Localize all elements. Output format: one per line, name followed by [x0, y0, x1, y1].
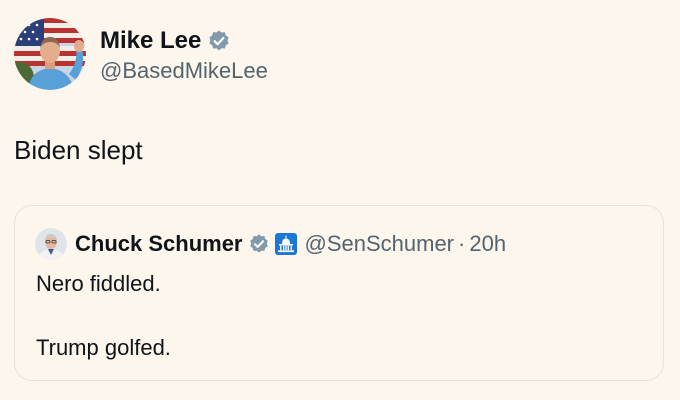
quote-text-line: Nero fiddled.: [36, 271, 161, 296]
quote-timestamp[interactable]: 20h: [469, 230, 506, 258]
quote-author-avatar[interactable]: [35, 228, 67, 260]
capitol-building-icon[interactable]: [274, 233, 297, 255]
author-name-row: Mike Lee: [100, 26, 231, 56]
quote-author-name[interactable]: Chuck Schumer: [75, 230, 243, 258]
avatar-photo-icon: [14, 18, 86, 90]
quote-author-handle[interactable]: @SenSchumer: [305, 230, 455, 258]
tweet: Mike Lee @BasedMikeLee Biden slept Chuck…: [0, 0, 680, 400]
separator-dot: ·: [458, 231, 466, 256]
author-name[interactable]: Mike Lee: [100, 26, 201, 56]
author-avatar[interactable]: [14, 18, 86, 90]
tweet-text: Biden slept: [14, 135, 143, 165]
quote-text-line: Trump golfed.: [36, 335, 171, 360]
verified-badge-icon[interactable]: [248, 233, 270, 255]
author-handle[interactable]: @BasedMikeLee: [100, 57, 268, 85]
quote-tweet-card[interactable]: Chuck Schumer @SenSchumer · 20h Nero fid…: [14, 205, 664, 381]
avatar-photo-icon: [35, 228, 67, 260]
quote-header: Chuck Schumer @SenSchumer · 20h: [35, 228, 506, 260]
verified-badge-icon[interactable]: [207, 29, 231, 53]
